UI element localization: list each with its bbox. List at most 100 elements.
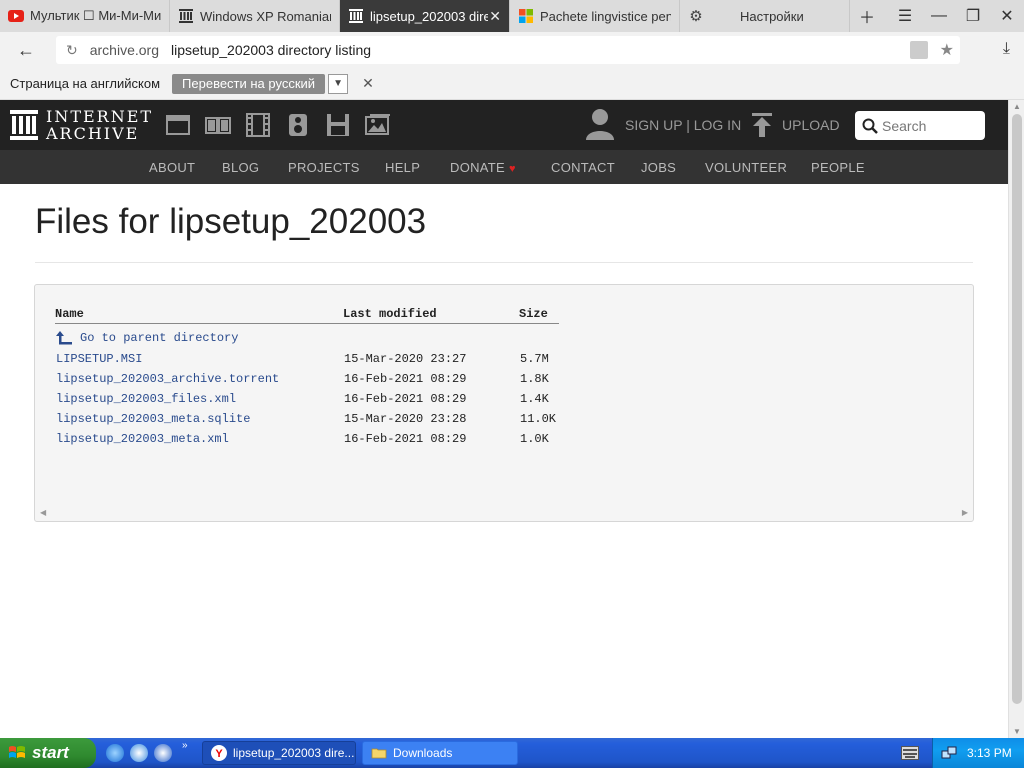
microsoft-icon — [518, 8, 534, 24]
url-field[interactable]: ↻ archive.org lipsetup_202003 directory … — [56, 36, 960, 64]
tab-label: lipsetup_202003 directory listing — [370, 8, 488, 24]
tab-pachete-lingvistice[interactable]: Pachete lingvistice pentru — [510, 0, 680, 32]
file-link[interactable]: LIPSETUP.MSI — [56, 352, 142, 366]
scroll-left-icon[interactable]: ◀ — [40, 508, 46, 517]
restore-icon[interactable]: ❐ — [956, 0, 990, 32]
scroll-up-icon[interactable]: ▲ — [1013, 102, 1021, 111]
clock[interactable]: 3:13 PM — [967, 746, 1012, 760]
windows-logo-icon — [9, 746, 25, 758]
page-scrollbar[interactable]: ▲ ▼ — [1008, 100, 1024, 738]
nav-contact[interactable]: CONTACT — [551, 160, 615, 175]
svg-text:Y: Y — [215, 748, 223, 760]
scroll-down-icon[interactable]: ▼ — [1013, 727, 1021, 736]
directory-listing: Name Last modified Size Go to parent dir… — [34, 284, 974, 522]
nav-donate[interactable]: DONATE ♥ — [450, 160, 516, 175]
ia-logo[interactable]: INTERNET ARCHIVE — [10, 108, 153, 142]
close-window-icon[interactable]: ✕ — [990, 0, 1024, 32]
bookmark-star-icon[interactable]: ★ — [940, 40, 954, 60]
translate-options-dropdown[interactable]: ▼ — [328, 73, 349, 94]
user-avatar-icon[interactable] — [586, 108, 614, 140]
nav-blog[interactable]: BLOG — [222, 160, 259, 175]
file-size: 1.8K — [520, 372, 549, 386]
up-arrow-icon — [56, 331, 72, 345]
taskbar-item-label: lipsetup_202003 dire... — [233, 746, 355, 760]
menu-icon[interactable]: ☰ — [888, 0, 922, 32]
windows-taskbar: start » Y lipsetup_202003 dire... Downlo… — [0, 738, 1024, 768]
nav-help[interactable]: HELP — [385, 160, 420, 175]
page-viewport: INTERNET ARCHIVE SIGN UP | LOG IN UPLOAD… — [0, 100, 1008, 738]
ia-wordmark: INTERNET ARCHIVE — [46, 108, 153, 142]
column-header-modified[interactable]: Last modified — [343, 307, 437, 321]
nav-people[interactable]: PEOPLE — [811, 160, 865, 175]
file-size: 1.4K — [520, 392, 549, 406]
wordmark-line1: INTERNET — [46, 107, 154, 126]
tab-settings[interactable]: ⚙ Настройки — [680, 0, 850, 32]
upload-link[interactable]: UPLOAD — [782, 117, 840, 133]
ia-top-nav: ABOUT BLOG PROJECTS HELP DONATE ♥ CONTACT… — [0, 150, 1008, 184]
gear-icon: ⚙ — [689, 8, 703, 25]
minimize-icon[interactable]: — — [922, 0, 956, 32]
texts-icon[interactable] — [205, 112, 231, 138]
file-size: 1.0K — [520, 432, 549, 446]
reader-mode-icon[interactable] — [909, 41, 928, 59]
youtube-icon — [8, 8, 24, 24]
taskbar-item-downloads[interactable]: Downloads — [362, 741, 518, 765]
ie-icon[interactable] — [106, 744, 124, 762]
signup-login-link[interactable]: SIGN UP | LOG IN — [625, 117, 741, 133]
back-button[interactable]: ← — [0, 32, 52, 68]
media-type-nav — [165, 112, 391, 138]
file-link[interactable]: lipsetup_202003_meta.xml — [56, 432, 229, 446]
tab-label: Pachete lingvistice pentru — [540, 8, 671, 24]
download-icon[interactable]: ⤓ — [1003, 40, 1010, 58]
search-icon — [862, 118, 878, 134]
heart-icon: ♥ — [509, 163, 516, 175]
network-icon[interactable] — [941, 745, 957, 761]
scrollbar-thumb[interactable] — [1012, 114, 1022, 704]
column-header-name[interactable]: Name — [55, 307, 84, 321]
keyboard-icon[interactable] — [901, 746, 919, 760]
column-header-size[interactable]: Size — [519, 307, 548, 321]
search-input[interactable]: Search — [855, 111, 985, 140]
tab-label: Мультик ☐ Ми-Ми-Ми — [30, 8, 161, 23]
file-link[interactable]: lipsetup_202003_archive.torrent — [56, 372, 279, 386]
tab-label: Настройки — [740, 8, 804, 24]
reload-icon[interactable]: ↻ — [66, 42, 78, 59]
archive-icon — [178, 8, 194, 24]
file-size: 11.0K — [520, 412, 557, 426]
parent-directory-link[interactable]: Go to parent directory — [56, 331, 238, 345]
file-link[interactable]: lipsetup_202003_files.xml — [56, 392, 236, 406]
web-icon[interactable] — [165, 112, 191, 138]
tab-windows-xp-romanian[interactable]: Windows XP Romanian — [170, 0, 340, 32]
audio-icon[interactable] — [285, 112, 311, 138]
nav-jobs[interactable]: JOBS — [641, 160, 676, 175]
nav-projects[interactable]: PROJECTS — [288, 160, 360, 175]
tab-youtube[interactable]: Мультик ☐ Ми-Ми-Ми — [0, 0, 170, 32]
quick-launch-overflow-icon[interactable]: » — [182, 740, 188, 751]
nav-about[interactable]: ABOUT — [149, 160, 195, 175]
page-title: Files for lipsetup_202003 — [35, 202, 427, 241]
video-icon[interactable] — [245, 112, 271, 138]
scroll-right-icon[interactable]: ▶ — [962, 508, 968, 517]
tab-lipsetup-directory[interactable]: lipsetup_202003 directory listing ✕ — [340, 0, 510, 32]
taskbar-item-label: Downloads — [393, 746, 453, 760]
new-tab-button[interactable]: ＋ — [850, 0, 884, 32]
taskbar-item-browser[interactable]: Y lipsetup_202003 dire... — [202, 741, 356, 765]
file-link[interactable]: lipsetup_202003_meta.sqlite — [56, 412, 250, 426]
nav-volunteer[interactable]: VOLUNTEER — [705, 160, 787, 175]
yandex-browser-icon[interactable] — [130, 744, 148, 762]
wordmark-line2: ARCHIVE — [46, 124, 140, 143]
upload-icon[interactable] — [752, 113, 772, 137]
nav-donate-label: DONATE — [450, 160, 506, 175]
start-button[interactable]: start — [0, 738, 96, 768]
close-icon[interactable]: ✕ — [489, 8, 501, 25]
media-player-icon[interactable] — [154, 744, 172, 762]
ia-header: INTERNET ARCHIVE SIGN UP | LOG IN UPLOAD… — [0, 100, 1008, 150]
images-icon[interactable] — [365, 112, 391, 138]
translate-button[interactable]: Перевести на русский — [172, 73, 326, 94]
url-domain: archive.org — [89, 42, 159, 58]
browser-tab-strip: Мультик ☐ Ми-Ми-Ми Windows XP Romanian l… — [0, 0, 1024, 32]
file-modified: 16-Feb-2021 08:29 — [344, 432, 467, 446]
archive-temple-icon — [10, 110, 38, 140]
software-icon[interactable] — [325, 112, 351, 138]
translate-close-icon[interactable]: ✕ — [362, 75, 374, 92]
